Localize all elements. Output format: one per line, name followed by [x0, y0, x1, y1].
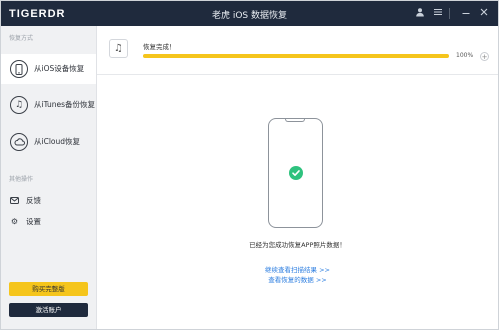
- gear-icon: ⚙: [10, 216, 19, 226]
- sidebar-item-feedback[interactable]: 反馈: [1, 191, 96, 209]
- phone-icon: [10, 60, 28, 78]
- cloud-icon: [10, 133, 28, 151]
- section-label-other: 其他操作: [9, 176, 34, 183]
- view-recovered-data-link[interactable]: 查看恢复的数据 >>: [97, 274, 498, 284]
- progress-bar: [143, 54, 449, 58]
- titlebar-divider: [449, 8, 450, 19]
- expand-button[interactable]: +: [480, 52, 489, 61]
- sidebar-item-label: 从iCloud恢复: [34, 137, 81, 146]
- success-message: 已经为您成功恢复APP照片数据！: [249, 241, 346, 249]
- user-icon[interactable]: [414, 7, 426, 19]
- check-icon: [289, 166, 303, 180]
- sidebar-item-label: 设置: [26, 216, 41, 226]
- sidebar-item-ios-device[interactable]: 从iOS设备恢复: [1, 54, 96, 84]
- buy-full-version-button[interactable]: 购买完整版: [9, 282, 88, 296]
- sidebar-item-icloud[interactable]: 从iCloud恢复: [1, 127, 96, 157]
- title-bar: TIGERDR 老虎 iOS 数据恢复: [1, 1, 498, 26]
- phone-notch: [285, 119, 305, 122]
- progress-bar-fill: [143, 54, 449, 58]
- progress-label: 恢复完成！: [143, 43, 176, 51]
- sidebar-item-label: 从iTunes备份恢复: [34, 100, 96, 109]
- sidebar-item-settings[interactable]: ⚙ 设置: [1, 212, 96, 230]
- activate-account-button[interactable]: 激活账户: [9, 303, 88, 317]
- sidebar: 恢复方式 从iOS设备恢复 ♫ 从iTunes备份恢复 从iCloud恢复 其他…: [1, 26, 97, 329]
- menu-icon[interactable]: [432, 7, 444, 19]
- sidebar-item-label: 反馈: [26, 195, 41, 205]
- minimize-icon[interactable]: [460, 7, 472, 19]
- app-window: TIGERDR 老虎 iOS 数据恢复 恢复方式 从iOS设备恢复 ♫ 从iTu…: [0, 0, 499, 330]
- sidebar-item-itunes[interactable]: ♫ 从iTunes备份恢复: [1, 90, 96, 120]
- progress-percent: 100%: [456, 52, 474, 59]
- music-icon: ♫: [109, 39, 128, 58]
- continue-scan-results-link[interactable]: 继续查看扫描结果 >>: [97, 264, 498, 274]
- section-label-recovery: 恢复方式: [9, 35, 34, 42]
- sidebar-item-label: 从iOS设备恢复: [34, 64, 85, 73]
- progress-panel: ♫ 恢复完成！ 100% +: [97, 26, 498, 75]
- close-icon[interactable]: [478, 7, 490, 19]
- feedback-icon: [10, 196, 19, 205]
- itunes-icon: ♫: [10, 96, 28, 114]
